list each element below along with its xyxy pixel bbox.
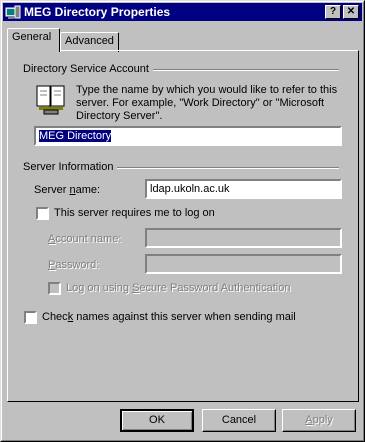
window-title: MEG Directory Properties — [24, 5, 171, 19]
directory-icon — [5, 5, 21, 19]
directory-group-title: Directory Service Account — [23, 63, 153, 75]
spa-label: Log on using Secure Password Authenticat… — [66, 282, 291, 294]
ok-button[interactable]: OK — [120, 409, 194, 432]
tab-advanced-label: Advanced — [65, 35, 114, 47]
tab-general-label: General — [12, 31, 52, 43]
directory-name-value: MEG Directory — [39, 130, 112, 142]
server-group-title: Server Information — [23, 161, 118, 173]
check-names-checkbox[interactable] — [24, 311, 37, 324]
apply-button[interactable]: Apply — [282, 409, 356, 432]
password-label: Password: — [48, 259, 100, 271]
properties-dialog: MEG Directory Properties ? ✕ General Adv… — [0, 0, 365, 442]
cancel-button[interactable]: Cancel — [202, 409, 276, 432]
help-button[interactable]: ? — [325, 5, 341, 19]
spa-checkbox[interactable] — [48, 282, 61, 295]
title-bar[interactable]: MEG Directory Properties ? ✕ — [3, 3, 362, 21]
directory-description: Type the name by which you would like to… — [76, 84, 338, 122]
server-name-field[interactable]: ldap.ukoln.ac.uk — [145, 179, 342, 199]
tab-advanced[interactable]: Advanced — [60, 32, 119, 52]
account-name-label: Account name: — [48, 233, 122, 245]
tab-general[interactable]: General — [7, 28, 60, 52]
directory-name-field[interactable]: MEG Directory — [34, 126, 342, 146]
server-name-label: Server name: — [34, 184, 101, 196]
requires-logon-checkbox[interactable] — [36, 207, 49, 220]
server-name-value: ldap.ukoln.ac.uk — [150, 183, 230, 195]
account-name-field[interactable] — [145, 228, 342, 248]
close-button[interactable]: ✕ — [343, 5, 359, 19]
check-names-label: Check names against this server when sen… — [42, 311, 296, 323]
requires-logon-label: This server requires me to log on — [54, 207, 215, 219]
address-book-icon — [36, 85, 65, 115]
password-field[interactable] — [145, 254, 342, 274]
